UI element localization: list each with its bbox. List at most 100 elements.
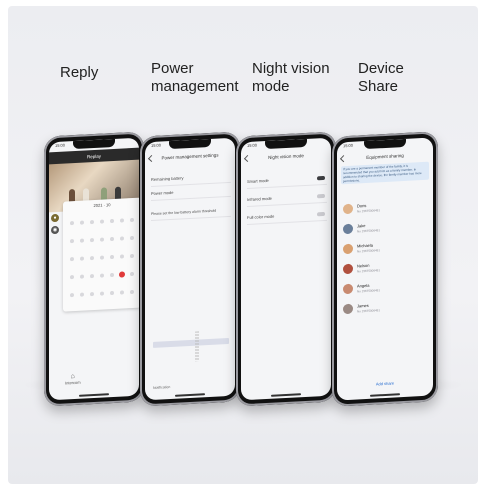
record-icon[interactable]: ● [51,213,59,223]
back-icon[interactable] [339,155,348,163]
row-smart-mode[interactable]: Smart mode [247,171,327,190]
phone-power-screen: 15:00 Power management settings Remainin… [145,137,235,401]
contact-name: Angela [357,282,370,289]
calendar-day[interactable] [130,289,134,295]
caption-night-vision: Night vision mode [252,60,330,95]
contact-item[interactable]: Angela No 15675006451 [343,278,423,298]
notch [265,138,307,150]
calendar-day[interactable] [90,220,94,225]
calendar-day[interactable] [90,238,94,243]
contact-phone: No 15675006451 [357,228,381,234]
row-label: Infrared mode [247,195,272,203]
avatar [343,223,353,235]
contact-item[interactable]: Nelson No 15675006451 [343,258,423,278]
contact-phone: No 15675006451 [357,268,381,274]
calendar-day[interactable] [80,274,84,279]
calendar-day[interactable] [110,236,114,242]
home-indicator [370,393,400,397]
row-full-color-mode[interactable]: Full color mode [247,207,327,226]
caption-reply: Reply [60,64,99,81]
contact-phone: No 15675006451 [357,208,381,214]
calendar-day[interactable] [120,236,124,241]
calendar-day[interactable] [100,237,104,242]
calendar-day[interactable] [80,220,84,225]
calendar-grid [67,212,137,306]
calendar-day[interactable] [100,273,104,278]
slider-ticks [195,331,199,362]
avatar [343,243,353,255]
calendar-day[interactable] [70,275,74,280]
contact-name: Nelson [357,262,370,269]
calendar-day[interactable] [130,271,134,277]
threshold-slider[interactable] [153,337,229,348]
calendar-day[interactable] [130,217,134,223]
contact-name: Michaela [357,242,374,249]
calendar-day[interactable] [100,291,104,296]
calendar-day[interactable] [80,292,84,297]
home-indicator [79,393,109,397]
toggle-switch[interactable] [317,193,325,199]
home-indicator [271,393,301,397]
calendar-day[interactable] [80,238,84,243]
calendar-day[interactable] [70,257,74,262]
avatar [343,203,353,215]
phone-replay-screen: 15:00 Replay ● ◉ 2021 · 10 ⌂ Intercom [49,137,139,401]
caption-device-share: Device Share [358,60,404,95]
nav-bar: Power management settings [145,148,235,167]
calendar-day[interactable] [100,255,104,260]
nav-bar: Night vision mode [241,148,331,167]
calendar-day[interactable] [110,254,114,260]
calendar-day[interactable] [90,274,94,279]
calendar-day[interactable] [100,219,104,224]
avatar [343,283,353,295]
contact-item[interactable]: James No 15675006451 [343,298,423,318]
row-power-mode[interactable]: Power mode [151,183,231,202]
camera-icon[interactable]: ◉ [51,225,59,235]
calendar-day[interactable] [70,293,74,298]
calendar-day[interactable] [90,256,94,261]
notch [364,138,406,150]
calendar-day[interactable] [80,256,84,261]
avatar [343,303,353,315]
calendar-day[interactable] [130,235,134,241]
contact-name: Jake [357,223,366,229]
calendar-day[interactable] [110,272,114,278]
phone-power: 15:00 Power management settings Remainin… [140,131,240,407]
home-indicator [175,393,205,397]
contact-item[interactable]: Michaela No 15675006451 [343,238,423,258]
calendar-day[interactable] [120,254,124,259]
back-icon[interactable] [147,154,156,163]
row-label: Remaining battery [151,175,184,183]
notification-label[interactable]: Notification [153,385,170,390]
intercom-tab-label: Intercom [65,379,81,386]
calendar-day[interactable] [90,292,94,297]
notch [73,138,115,150]
row-infrared-mode[interactable]: Infrared mode [247,189,327,208]
calendar-day[interactable] [70,239,74,244]
contact-item[interactable]: Doris No 15675006451 [343,198,423,218]
contact-name: Doris [357,202,367,209]
phone-device-share: 15:00 Equipment sharing If you are a per… [332,131,438,407]
intercom-tab[interactable]: ⌂ Intercom [65,373,81,386]
row-label: Full color mode [247,213,275,221]
contact-item[interactable]: Jake No 15675006451 [343,218,423,238]
add-share-button[interactable]: Add share [337,378,433,388]
row-low-battery-threshold[interactable]: Please set the low battery alarm thresho… [151,203,231,222]
calendar-day[interactable] [130,253,134,259]
calendar-day[interactable] [70,221,74,226]
back-icon[interactable] [243,154,252,163]
toggle-switch[interactable] [317,211,325,217]
calendar-day[interactable] [110,290,114,296]
phone-night-vision: 15:00 Night vision mode Smart mode Infra… [236,131,336,407]
nav-title: Equipment sharing [366,153,404,160]
row-label: Power mode [151,189,174,197]
status-time: 15:00 [55,142,66,149]
calendar-day[interactable] [120,218,124,223]
calendar-day[interactable] [120,290,124,295]
toggle-switch[interactable] [317,175,325,181]
calendar-day-selected[interactable] [119,271,125,278]
calendar-day[interactable] [110,218,114,224]
status-time: 15:00 [151,142,162,149]
contact-phone: No 15675006451 [357,288,381,294]
phone-night-screen: 15:00 Night vision mode Smart mode Infra… [241,137,331,401]
